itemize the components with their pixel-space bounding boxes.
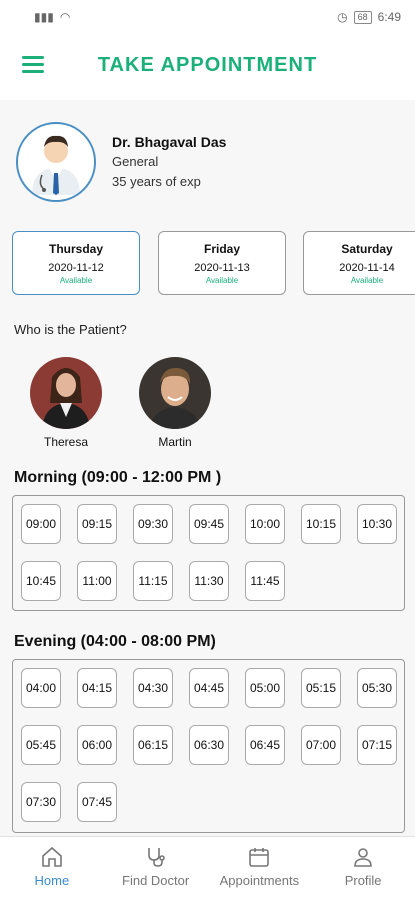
- day-date: 2020-11-13: [194, 262, 250, 274]
- nav-appointments[interactable]: Appointments: [208, 837, 312, 901]
- time-slot[interactable]: 05:00: [245, 668, 285, 708]
- day-card-saturday[interactable]: Saturday 2020-11-14 Available: [303, 231, 415, 295]
- time-slot[interactable]: 09:00: [21, 504, 61, 544]
- time-slot[interactable]: 11:45: [245, 561, 285, 601]
- time-slot[interactable]: 04:15: [77, 668, 117, 708]
- day-name: Thursday: [48, 242, 103, 256]
- evening-slots: 04:00 04:15 04:30 04:45 05:00 05:15 05:30 05:45…: [12, 659, 405, 833]
- day-date: 2020-11-12: [48, 262, 104, 274]
- status-time: 6:49: [377, 10, 401, 24]
- time-slot[interactable]: 05:15: [301, 668, 341, 708]
- patient-name: Martin: [158, 435, 192, 449]
- time-slot[interactable]: 07:00: [301, 725, 341, 765]
- doctor-name: Dr. Bhagaval Das: [112, 134, 227, 150]
- doctor-experience: 35 years of exp: [112, 174, 201, 189]
- nav-profile[interactable]: Profile: [311, 837, 415, 901]
- morning-slots: 09:00 09:15 09:30 09:45 10:00 10:15 10:30 10:45…: [12, 495, 405, 611]
- day-status: Available: [59, 276, 93, 285]
- page-title: TAKE APPOINTMENT: [97, 54, 318, 76]
- time-slot[interactable]: 10:45: [21, 561, 61, 601]
- time-slot[interactable]: 10:30: [357, 504, 397, 544]
- status-icons-left: ▮▮▮ ◠: [34, 10, 70, 24]
- patient-photo-martin: [139, 357, 211, 429]
- patient-theresa[interactable]: Theresa: [26, 357, 106, 449]
- time-slot[interactable]: 11:00: [77, 561, 117, 601]
- evening-title: Evening (04:00 - 08:00 PM): [14, 633, 216, 650]
- alarm-icon: ◷: [337, 10, 348, 24]
- home-icon: [42, 846, 62, 867]
- time-slot[interactable]: 06:00: [77, 725, 117, 765]
- status-icons-right: ◷ 68 6:49: [337, 10, 401, 24]
- day-selector: Thursday 2020-11-12 Available Friday 202…: [12, 231, 415, 299]
- time-slot[interactable]: 06:15: [133, 725, 173, 765]
- patient-avatar: [30, 357, 102, 429]
- time-slot[interactable]: 07:30: [21, 782, 61, 822]
- time-slot[interactable]: 05:30: [357, 668, 397, 708]
- nav-find-doctor[interactable]: Find Doctor: [104, 837, 208, 901]
- morning-title: Morning (09:00 - 12:00 PM ): [14, 469, 222, 486]
- time-slot[interactable]: 09:15: [77, 504, 117, 544]
- patient-question: Who is the Patient?: [14, 322, 127, 337]
- day-name: Friday: [203, 242, 240, 256]
- user-icon: [354, 848, 372, 867]
- status-bar: ▮▮▮ ◠ ◷ 68 6:49: [0, 0, 415, 34]
- time-slot[interactable]: 05:45: [21, 725, 61, 765]
- day-status: Available: [205, 276, 239, 285]
- day-card-thursday[interactable]: Thursday 2020-11-12 Available: [12, 231, 140, 295]
- day-date: 2020-11-14: [339, 262, 395, 274]
- patient-name: Theresa: [43, 435, 89, 449]
- doctor-specialty: General: [112, 154, 159, 169]
- stethoscope-icon: [147, 848, 165, 867]
- time-slot[interactable]: 06:45: [245, 725, 285, 765]
- wifi-icon: ◠: [59, 10, 71, 24]
- time-slot[interactable]: 07:15: [357, 725, 397, 765]
- patient-photo-theresa: [30, 357, 102, 429]
- nav-label: Profile: [344, 873, 382, 888]
- time-slot[interactable]: 11:30: [189, 561, 229, 601]
- battery-icon: 68: [353, 10, 372, 24]
- day-status: Available: [350, 276, 384, 285]
- signal-icon: ▮▮▮: [34, 10, 54, 24]
- time-slot[interactable]: 10:15: [301, 504, 341, 544]
- patient-martin[interactable]: Martin: [135, 357, 215, 449]
- day-card-friday[interactable]: Friday 2020-11-13 Available: [158, 231, 286, 295]
- time-slot[interactable]: 04:00: [21, 668, 61, 708]
- time-slot[interactable]: 07:45: [77, 782, 117, 822]
- doctor-avatar: [16, 122, 96, 202]
- time-slot[interactable]: 09:45: [189, 504, 229, 544]
- time-slot[interactable]: 09:30: [133, 504, 173, 544]
- calendar-icon: [249, 848, 270, 867]
- time-slot[interactable]: 04:45: [189, 668, 229, 708]
- nav-home[interactable]: Home: [0, 837, 104, 901]
- nav-label: Find Doctor: [122, 873, 190, 888]
- app-header: TAKE APPOINTMENT: [0, 34, 415, 100]
- doctor-icon: [32, 135, 80, 195]
- nav-label: Home: [34, 873, 70, 888]
- day-name: Saturday: [341, 242, 393, 256]
- bottom-nav: Home Find Doctor Appointments Profile: [0, 836, 415, 901]
- time-slot[interactable]: 11:15: [133, 561, 173, 601]
- doctor-card: Dr. Bhagaval Das General 35 years of exp: [16, 122, 226, 202]
- patient-avatar: [139, 357, 211, 429]
- nav-label: Appointments: [219, 873, 300, 888]
- time-slot[interactable]: 04:30: [133, 668, 173, 708]
- time-slot[interactable]: 06:30: [189, 725, 229, 765]
- time-slot[interactable]: 10:00: [245, 504, 285, 544]
